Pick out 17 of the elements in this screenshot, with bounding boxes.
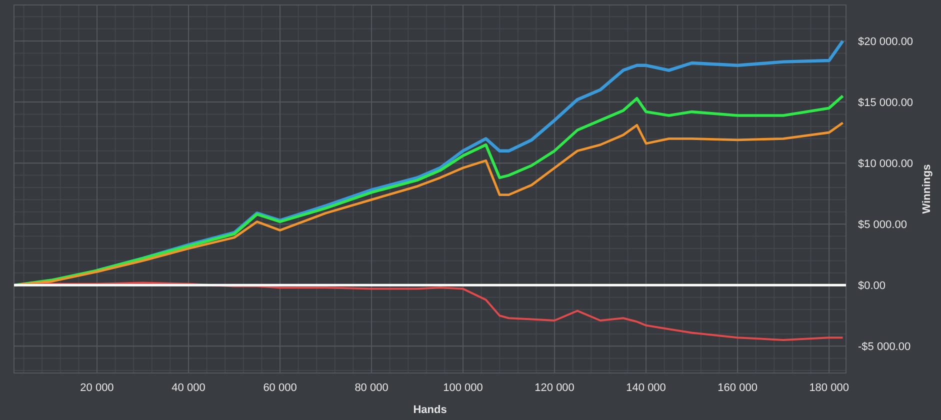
x-tick-label: 160 000	[718, 382, 758, 394]
x-axis-title: Hands	[413, 404, 447, 416]
x-tick-label: 180 000	[809, 382, 849, 394]
x-tick-label: 140 000	[626, 382, 666, 394]
x-tick-label: 100 000	[443, 382, 483, 394]
y-tick-label: $0.00	[858, 280, 886, 292]
x-tick-label: 20 000	[80, 382, 114, 394]
y-tick-label: -$5 000.00	[858, 341, 911, 354]
y-axis-title: Winnings	[921, 164, 933, 214]
x-tick-label: 80 000	[354, 382, 388, 394]
y-tick-label: $10 000.00	[858, 158, 914, 170]
x-tick-label: 60 000	[263, 382, 297, 394]
y-tick-label: $5 000.00	[858, 219, 907, 232]
y-tick-label: $15 000.00	[858, 97, 914, 110]
x-tick-label: 40 000	[172, 382, 206, 394]
y-tick-label: $20 000.00	[858, 36, 914, 48]
x-tick-label: 120 000	[534, 382, 574, 394]
